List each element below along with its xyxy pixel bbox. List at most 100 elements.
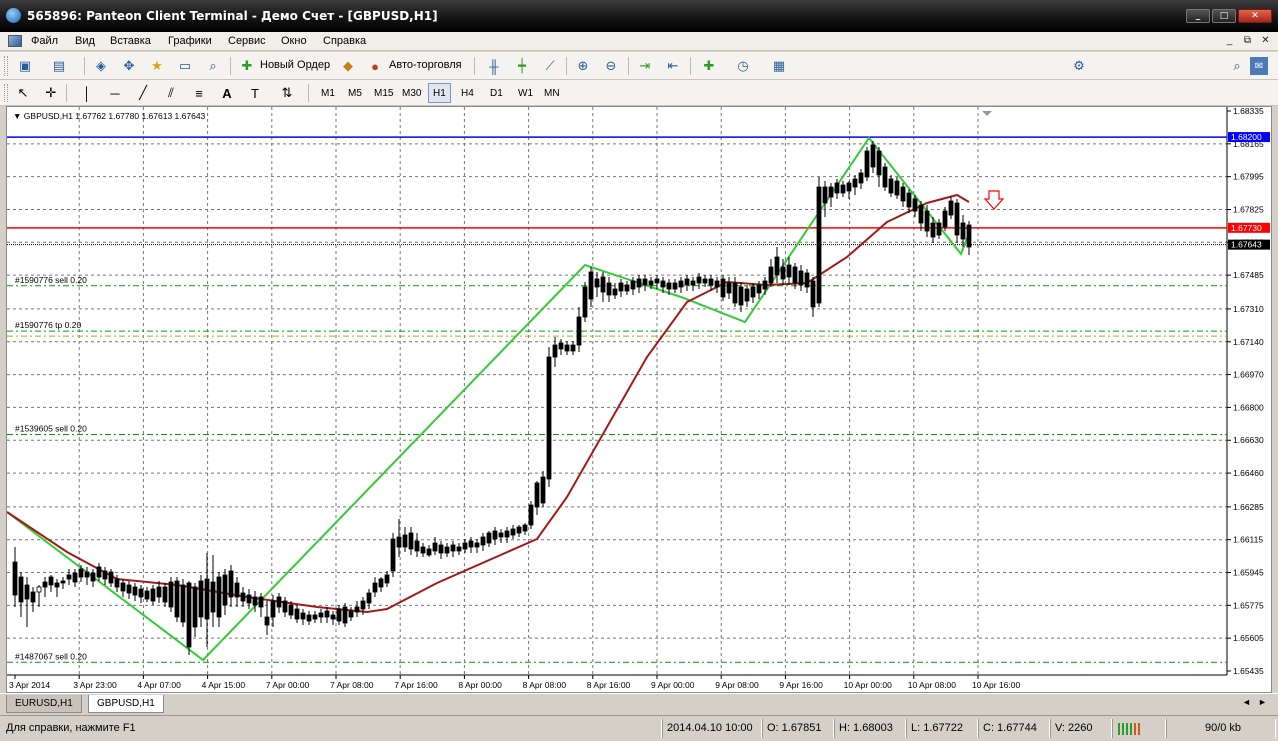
candle-body [786,264,792,278]
candle-body [294,608,300,620]
candle-body [942,210,948,228]
chart-header-text: GBPUSD,H1 1.67762 1.67780 1.67613 1.6764… [23,111,206,121]
candle-body [552,344,558,358]
candle-body [738,286,744,306]
chart-shift-icon[interactable]: ⇤ [662,56,684,76]
auto-trading-button[interactable]: Авто-торговля [389,59,462,71]
candlestick-icon[interactable]: ┿ [511,56,533,76]
chart-header-dropdown-icon[interactable]: ▼ [13,111,21,121]
menu-window[interactable]: Окно [281,35,307,47]
tab-scroll-right-icon[interactable]: ► [1258,697,1267,707]
indicators-icon[interactable]: ✚ [698,56,720,76]
candle-body [546,356,552,480]
tf-w1[interactable]: W1 [513,83,538,103]
candle-body [222,574,228,606]
auto-trading-icon[interactable]: ● [364,56,386,76]
search-icon[interactable]: ⌕ [1226,56,1248,76]
candle-body [744,288,750,302]
time-label: 4 Apr 07:00 [137,680,181,690]
mdi-close-button[interactable]: ✕ [1258,34,1273,48]
candle-body [894,180,900,196]
tf-mn[interactable]: MN [539,83,565,103]
market-watch-icon[interactable]: ◈ [90,56,112,76]
shift-marker-icon[interactable] [982,111,992,116]
channel-icon[interactable]: ⫽ [160,83,182,103]
menu-tools[interactable]: Сервис [228,35,266,47]
zoom-in-icon[interactable]: ⊕ [572,56,594,76]
zoom-out-icon[interactable]: ⊖ [600,56,622,76]
menu-help[interactable]: Справка [323,35,366,47]
mdi-restore-button[interactable]: ⧉ [1240,34,1255,48]
candle-body [624,284,630,292]
crosshair-icon[interactable]: ✛ [40,83,62,103]
tab-scroll-left-icon[interactable]: ◄ [1242,697,1251,707]
profiles-icon[interactable]: ▤ [48,56,70,76]
tab-gbpusd-h1[interactable]: GBPUSD,H1 [88,695,164,713]
bar-chart-icon[interactable]: ╫ [483,56,505,76]
tf-h1[interactable]: H1 [428,83,451,103]
tf-d1[interactable]: D1 [485,83,508,103]
crosshair-nav-icon[interactable]: ✥ [118,56,140,76]
vertical-line-icon[interactable]: │ [76,83,98,103]
favorites-icon[interactable]: ★ [146,56,168,76]
order-label: #1539605 sell 0.20 [15,423,87,433]
status-volume: V: 2260 [1050,719,1112,738]
price-label: 1.65775 [1233,600,1264,610]
tf-m15[interactable]: M15 [369,83,398,103]
trendline-icon[interactable]: ╱ [132,83,154,103]
candle-body [870,144,876,168]
candle-body [948,200,954,216]
fibonacci-icon[interactable]: ≡ [188,83,210,103]
candle-body [234,582,240,598]
connection-bars-icon[interactable] [1112,719,1166,738]
chart-window[interactable]: 1.683351.681651.679951.678251.676551.674… [6,106,1272,693]
chart-window-icon[interactable] [8,35,22,47]
menu-insert[interactable]: Вставка [110,35,151,47]
toolbar-grip[interactable] [4,56,8,76]
menu-view[interactable]: Вид [75,35,95,47]
menu-charts[interactable]: Графики [168,35,212,47]
candle-body [390,538,396,572]
candle-body [252,596,258,606]
candle-body [276,596,282,608]
candle-body [840,184,846,194]
cursor-icon[interactable]: ↖ [12,83,34,103]
toolbar-grip[interactable] [4,84,8,102]
strategy-tester-icon[interactable]: ⌕ [202,56,224,76]
arrows-icon[interactable]: ⇅ [276,83,298,103]
time-label: 3 Apr 2014 [9,680,50,690]
menu-file[interactable]: Файл [31,35,58,47]
new-chart-icon[interactable]: ▣ [14,56,36,76]
new-order-button[interactable]: Новый Ордер [260,59,330,71]
chat-icon[interactable]: ✉ [1250,57,1268,75]
candle-body [450,544,456,552]
candle-body [228,570,234,598]
minimize-button[interactable]: _ [1186,9,1210,23]
candle-body [768,266,774,284]
line-chart-icon[interactable]: ⟋ [539,56,561,76]
templates-icon[interactable]: ▦ [768,56,790,76]
maximize-button[interactable]: □ [1212,9,1236,23]
tf-m30[interactable]: M30 [397,83,426,103]
price-chart[interactable]: 1.683351.681651.679951.678251.676551.674… [7,107,1271,692]
text-icon[interactable]: A [216,83,238,103]
new-order-icon[interactable]: ✚ [236,56,258,76]
tf-m5[interactable]: M5 [343,83,367,103]
text-label-icon[interactable]: T [244,83,266,103]
tf-h4[interactable]: H4 [456,83,479,103]
mdi-minimize-button[interactable]: _ [1222,34,1237,48]
candle-body [456,546,462,552]
terminal-icon[interactable]: ▭ [174,56,196,76]
auto-scroll-icon[interactable]: ⇥ [634,56,656,76]
periods-icon[interactable]: ◷ [732,56,754,76]
close-button[interactable]: ✕ [1238,9,1272,23]
candle-body [564,344,570,352]
settings-gear-icon[interactable]: ⚙ [1068,56,1090,76]
candle-body [114,578,120,588]
tab-eurusd-h1[interactable]: EURUSD,H1 [6,695,82,713]
horizontal-line-icon[interactable]: ─ [104,83,126,103]
tf-m1[interactable]: M1 [316,83,340,103]
metaeditor-icon[interactable]: ◆ [337,56,359,76]
candle-body [696,276,702,284]
price-level-tag-text: 1.67730 [1231,223,1262,233]
